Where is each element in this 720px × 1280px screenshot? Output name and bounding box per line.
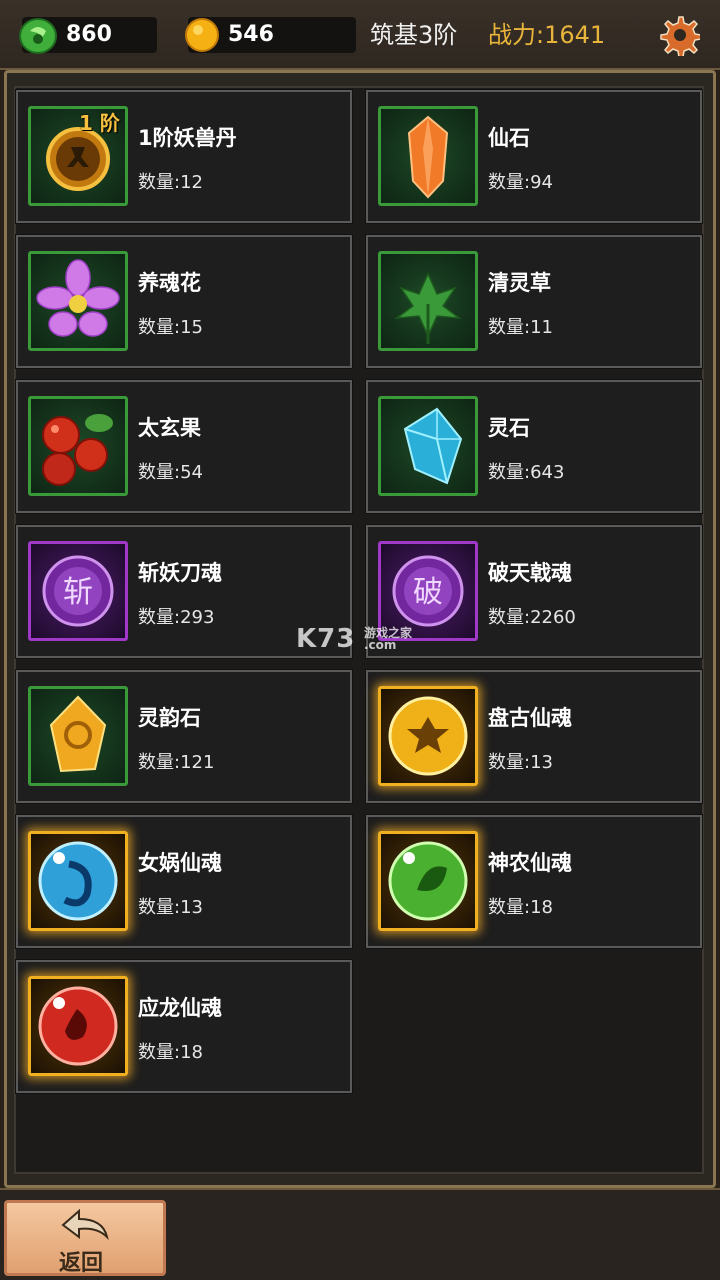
item-quantity: 数量:18 [488,897,553,918]
watermark: K73 游戏之家 .com [296,624,412,654]
item-icon-frame [28,251,128,351]
inventory-panel: 1 阶 1阶妖兽丹 数量:12 仙石 数量:94 养魂花 数量:15 清灵草 数量:11 太玄果数… [14,86,704,1174]
item-card[interactable]: 太玄果数量:54 [15,379,353,514]
item-quantity: 数量:18 [138,1042,203,1063]
item-card[interactable]: 神农仙魂数量:18 [365,814,703,949]
purple-flower-icon [36,259,120,337]
item-card[interactable]: 仙石数量:94 [365,89,703,224]
tier-badge: 1 阶 [79,111,120,135]
item-quantity: 数量:643 [488,462,565,483]
item-card[interactable]: 应龙仙魂数量:18 [15,959,353,1094]
item-name: 太玄果 [138,416,201,440]
blue-crystal-icon [403,407,463,485]
gear-icon[interactable] [658,14,700,56]
item-name: 仙石 [488,126,530,150]
item-quantity: 数量:13 [138,897,203,918]
item-name: 清灵草 [488,271,551,295]
item-card[interactable]: 盘古仙魂数量:13 [365,669,703,804]
green-gem-icon [388,841,468,921]
watermark-brand: K73 [296,624,356,654]
item-name: 应龙仙魂 [138,996,222,1020]
red-berries-icon [42,414,113,486]
top-bar: 860 546 筑基3阶 战力:1641 [0,0,720,70]
item-icon-frame [378,686,478,786]
item-quantity: 数量:94 [488,172,553,193]
item-name: 养魂花 [138,271,201,295]
gold-gem-icon [388,696,468,776]
item-name: 破天戟魂 [488,561,572,585]
item-quantity: 数量:54 [138,462,203,483]
item-name: 女娲仙魂 [138,851,222,875]
item-quantity: 数量:15 [138,317,203,338]
item-icon-frame: 1 阶 [28,106,128,206]
item-quantity: 数量:11 [488,317,553,338]
item-quantity: 数量:293 [138,607,215,628]
rune-glyph: 破 [413,575,443,610]
item-card[interactable]: 破 破天戟魂数量:2260 [365,524,703,659]
item-icon-frame [28,396,128,496]
golden-rune-stone-icon [49,695,107,773]
bottom-bar: 返回 [0,1188,720,1280]
cultivation-realm: 筑基3阶 [370,21,458,49]
item-name: 灵石 [488,416,530,440]
item-icon-frame [28,686,128,786]
item-quantity: 数量:2260 [488,607,576,628]
back-button[interactable]: 返回 [4,1200,166,1276]
jade-token-icon [19,18,57,54]
item-card[interactable]: 灵石数量:643 [365,379,703,514]
gold-coin-icon [185,18,219,52]
herb-leaf-icon [394,272,462,344]
item-icon-frame [28,976,128,1076]
combat-power: 战力:1641 [488,21,606,49]
jade-count: 860 [66,22,112,47]
return-arrow-icon [61,1208,109,1241]
red-gem-icon [38,986,118,1066]
item-name: 灵韵石 [138,706,201,730]
item-name: 1阶妖兽丹 [138,126,237,150]
jade-currency: 860 [19,17,157,54]
rune-glyph: 斩 [63,575,93,610]
gold-currency: 546 [185,17,356,53]
watermark-domain: .com [364,638,397,652]
item-card[interactable]: 1 阶 1阶妖兽丹数量:12 [15,89,353,224]
item-icon-frame: 斩 [28,541,128,641]
back-label: 返回 [59,1250,104,1276]
item-icon-frame [28,831,128,931]
item-icon-frame [378,106,478,206]
slash-rune-orb-icon: 斩 [42,555,114,627]
blue-gem-icon [38,841,118,921]
item-icon-frame [378,831,478,931]
gold-count: 546 [228,22,274,47]
item-quantity: 数量:121 [138,752,215,773]
item-name: 斩妖刀魂 [138,561,222,585]
orange-crystal-icon [407,115,449,199]
item-card[interactable]: 养魂花数量:15 [15,234,353,369]
item-quantity: 数量:12 [138,172,203,193]
item-name: 神农仙魂 [488,851,572,875]
item-quantity: 数量:13 [488,752,553,773]
item-card[interactable]: 清灵草数量:11 [365,234,703,369]
item-icon-frame [378,396,478,496]
item-card[interactable]: 女娲仙魂数量:13 [15,814,353,949]
item-card[interactable]: 灵韵石数量:121 [15,669,353,804]
item-name: 盘古仙魂 [488,706,572,730]
item-icon-frame [378,251,478,351]
